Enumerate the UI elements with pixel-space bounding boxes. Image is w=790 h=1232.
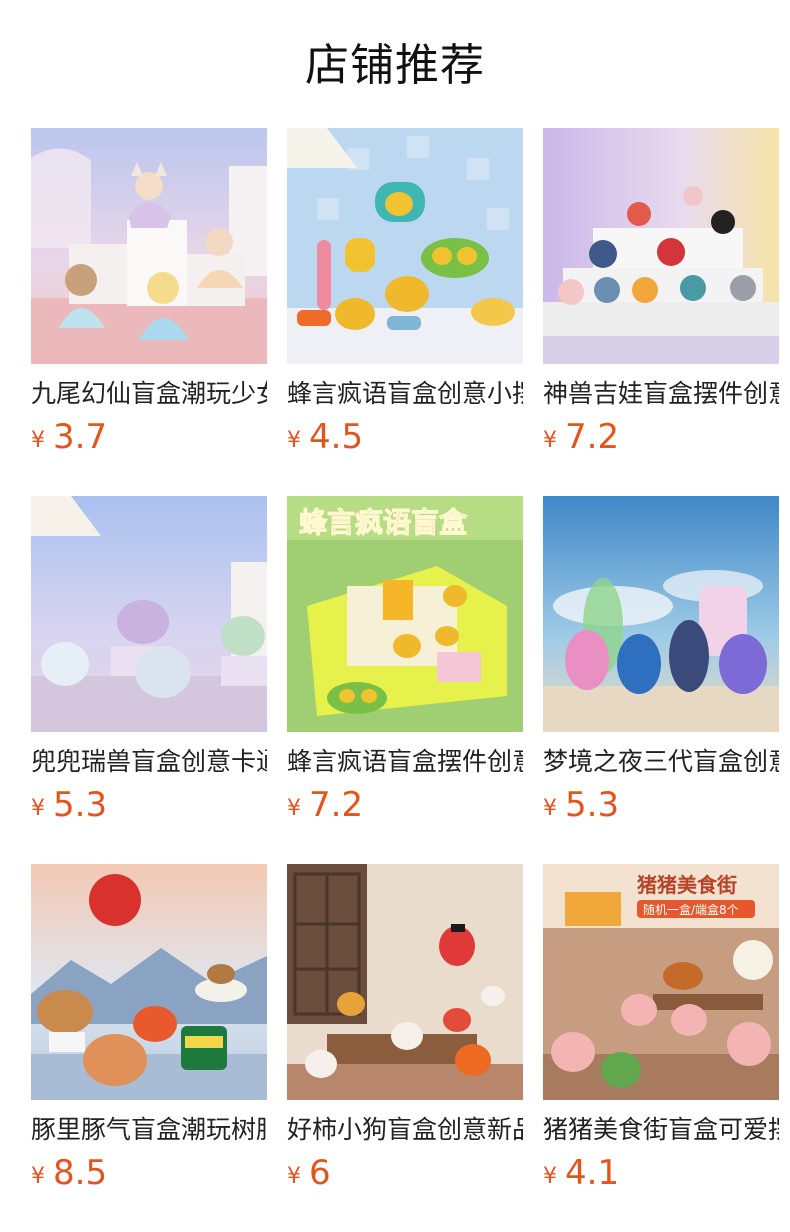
persimmon-dog-figures-image (287, 864, 523, 1100)
price-value: 4.1 (565, 1153, 620, 1193)
currency-symbol: ¥ (287, 1164, 301, 1189)
product-image[interactable] (543, 496, 779, 732)
currency-symbol: ¥ (31, 428, 45, 453)
product-name[interactable]: 梦境之夜三代盲盒创意 (543, 745, 779, 779)
product-name[interactable]: 神兽吉娃盲盒摆件创意 (543, 377, 779, 411)
price-value: 3.7 (53, 417, 108, 457)
product-card[interactable]: 蜂言疯语盲盒 蜂言疯语盲盒摆件创意 ¥7.2 (287, 496, 523, 864)
lucky-beast-figures-image (31, 496, 267, 732)
product-price: ¥6 (287, 1153, 523, 1193)
currency-symbol: ¥ (287, 796, 301, 821)
currency-symbol: ¥ (543, 796, 557, 821)
product-image[interactable] (287, 128, 523, 364)
product-name[interactable]: 九尾幻仙盲盒潮玩少女 (31, 377, 267, 411)
section-title: 店铺推荐 (305, 40, 485, 91)
product-name[interactable]: 猪猪美食街盲盒可爱摆件 (543, 1113, 779, 1147)
product-price: ¥3.7 (31, 417, 267, 457)
bee-box-poster-image: 蜂言疯语盲盒 (287, 496, 523, 732)
poster-title: 蜂言疯语盲盒 (299, 506, 468, 539)
bee-figures-image (287, 128, 523, 364)
product-price: ¥7.2 (543, 417, 779, 457)
price-value: 4.5 (309, 417, 364, 457)
currency-symbol: ¥ (31, 796, 45, 821)
product-image[interactable]: 蜂言疯语盲盒 (287, 496, 523, 732)
product-price: ¥4.5 (287, 417, 523, 457)
product-image[interactable] (31, 496, 267, 732)
product-name[interactable]: 好柿小狗盲盒创意新品 (287, 1113, 523, 1147)
dream-night-figures-image (543, 496, 779, 732)
product-card[interactable]: 蜂言疯语盲盒创意小摆件 ¥4.5 (287, 128, 523, 496)
price-value: 7.2 (565, 417, 620, 457)
poster-title: 猪猪美食街 (637, 873, 737, 897)
product-grid: 九尾幻仙盲盒潮玩少女 ¥3.7 蜂言疯语盲盒创意小 ¥ 4.5 神兽吉娃盲盒摆件… (31, 128, 779, 1232)
product-price: ¥7.2 (287, 785, 523, 825)
product-card[interactable]: 好柿小狗盲盒创意新品 ¥6 (287, 864, 523, 1232)
currency-symbol: ¥ (31, 1164, 45, 1189)
mythical-beast-figures-image (543, 128, 779, 364)
product-price: ¥8.5 (31, 1153, 267, 1193)
price-value: 5.3 (565, 785, 620, 825)
product-image[interactable] (543, 128, 779, 364)
price-value: 5.3 (53, 785, 108, 825)
product-image[interactable] (287, 864, 523, 1100)
product-card[interactable]: 豚里豚气盲盒潮玩树脂 ¥8.5 (31, 864, 267, 1232)
nine-tailed-fox-figures-image (31, 128, 267, 364)
product-image[interactable]: 猪猪美食街 随机一盒/端盒8个 (543, 864, 779, 1100)
price-value: 6 (309, 1153, 331, 1193)
product-card[interactable]: 猪猪美食街 随机一盒/端盒8个 猪猪美食街盲盒可爱摆件 ¥4.1 (543, 864, 779, 1232)
product-price: ¥5.3 (31, 785, 267, 825)
product-card[interactable]: 九尾幻仙盲盒潮玩少女 ¥3.7 (31, 128, 267, 496)
product-image[interactable] (31, 864, 267, 1100)
product-name[interactable]: 蜂言疯语盲盒创意小摆件 (287, 377, 523, 411)
product-price: ¥5.3 (543, 785, 779, 825)
product-name[interactable]: 兜兜瑞兽盲盒创意卡通 (31, 745, 267, 779)
capybara-figures-image (31, 864, 267, 1100)
product-card[interactable]: 神兽吉娃盲盒摆件创意 ¥7.2 (543, 128, 779, 496)
currency-symbol: ¥ (287, 428, 301, 453)
currency-symbol: ¥ (543, 428, 557, 453)
product-image[interactable] (31, 128, 267, 364)
price-value: 7.2 (309, 785, 364, 825)
poster-subtitle: 随机一盒/端盒8个 (643, 902, 739, 917)
pig-food-street-figures-image: 猪猪美食街 随机一盒/端盒8个 (543, 864, 779, 1100)
product-name[interactable]: 蜂言疯语盲盒摆件创意 (287, 745, 523, 779)
product-card[interactable]: 兜兜瑞兽盲盒创意卡通 ¥5.3 (31, 496, 267, 864)
product-card[interactable]: 梦境之夜三代盲盒创意 ¥5.3 (543, 496, 779, 864)
currency-symbol: ¥ (543, 1164, 557, 1189)
product-price: ¥4.1 (543, 1153, 779, 1193)
price-value: 8.5 (53, 1153, 108, 1193)
product-name[interactable]: 豚里豚气盲盒潮玩树脂 (31, 1113, 267, 1147)
